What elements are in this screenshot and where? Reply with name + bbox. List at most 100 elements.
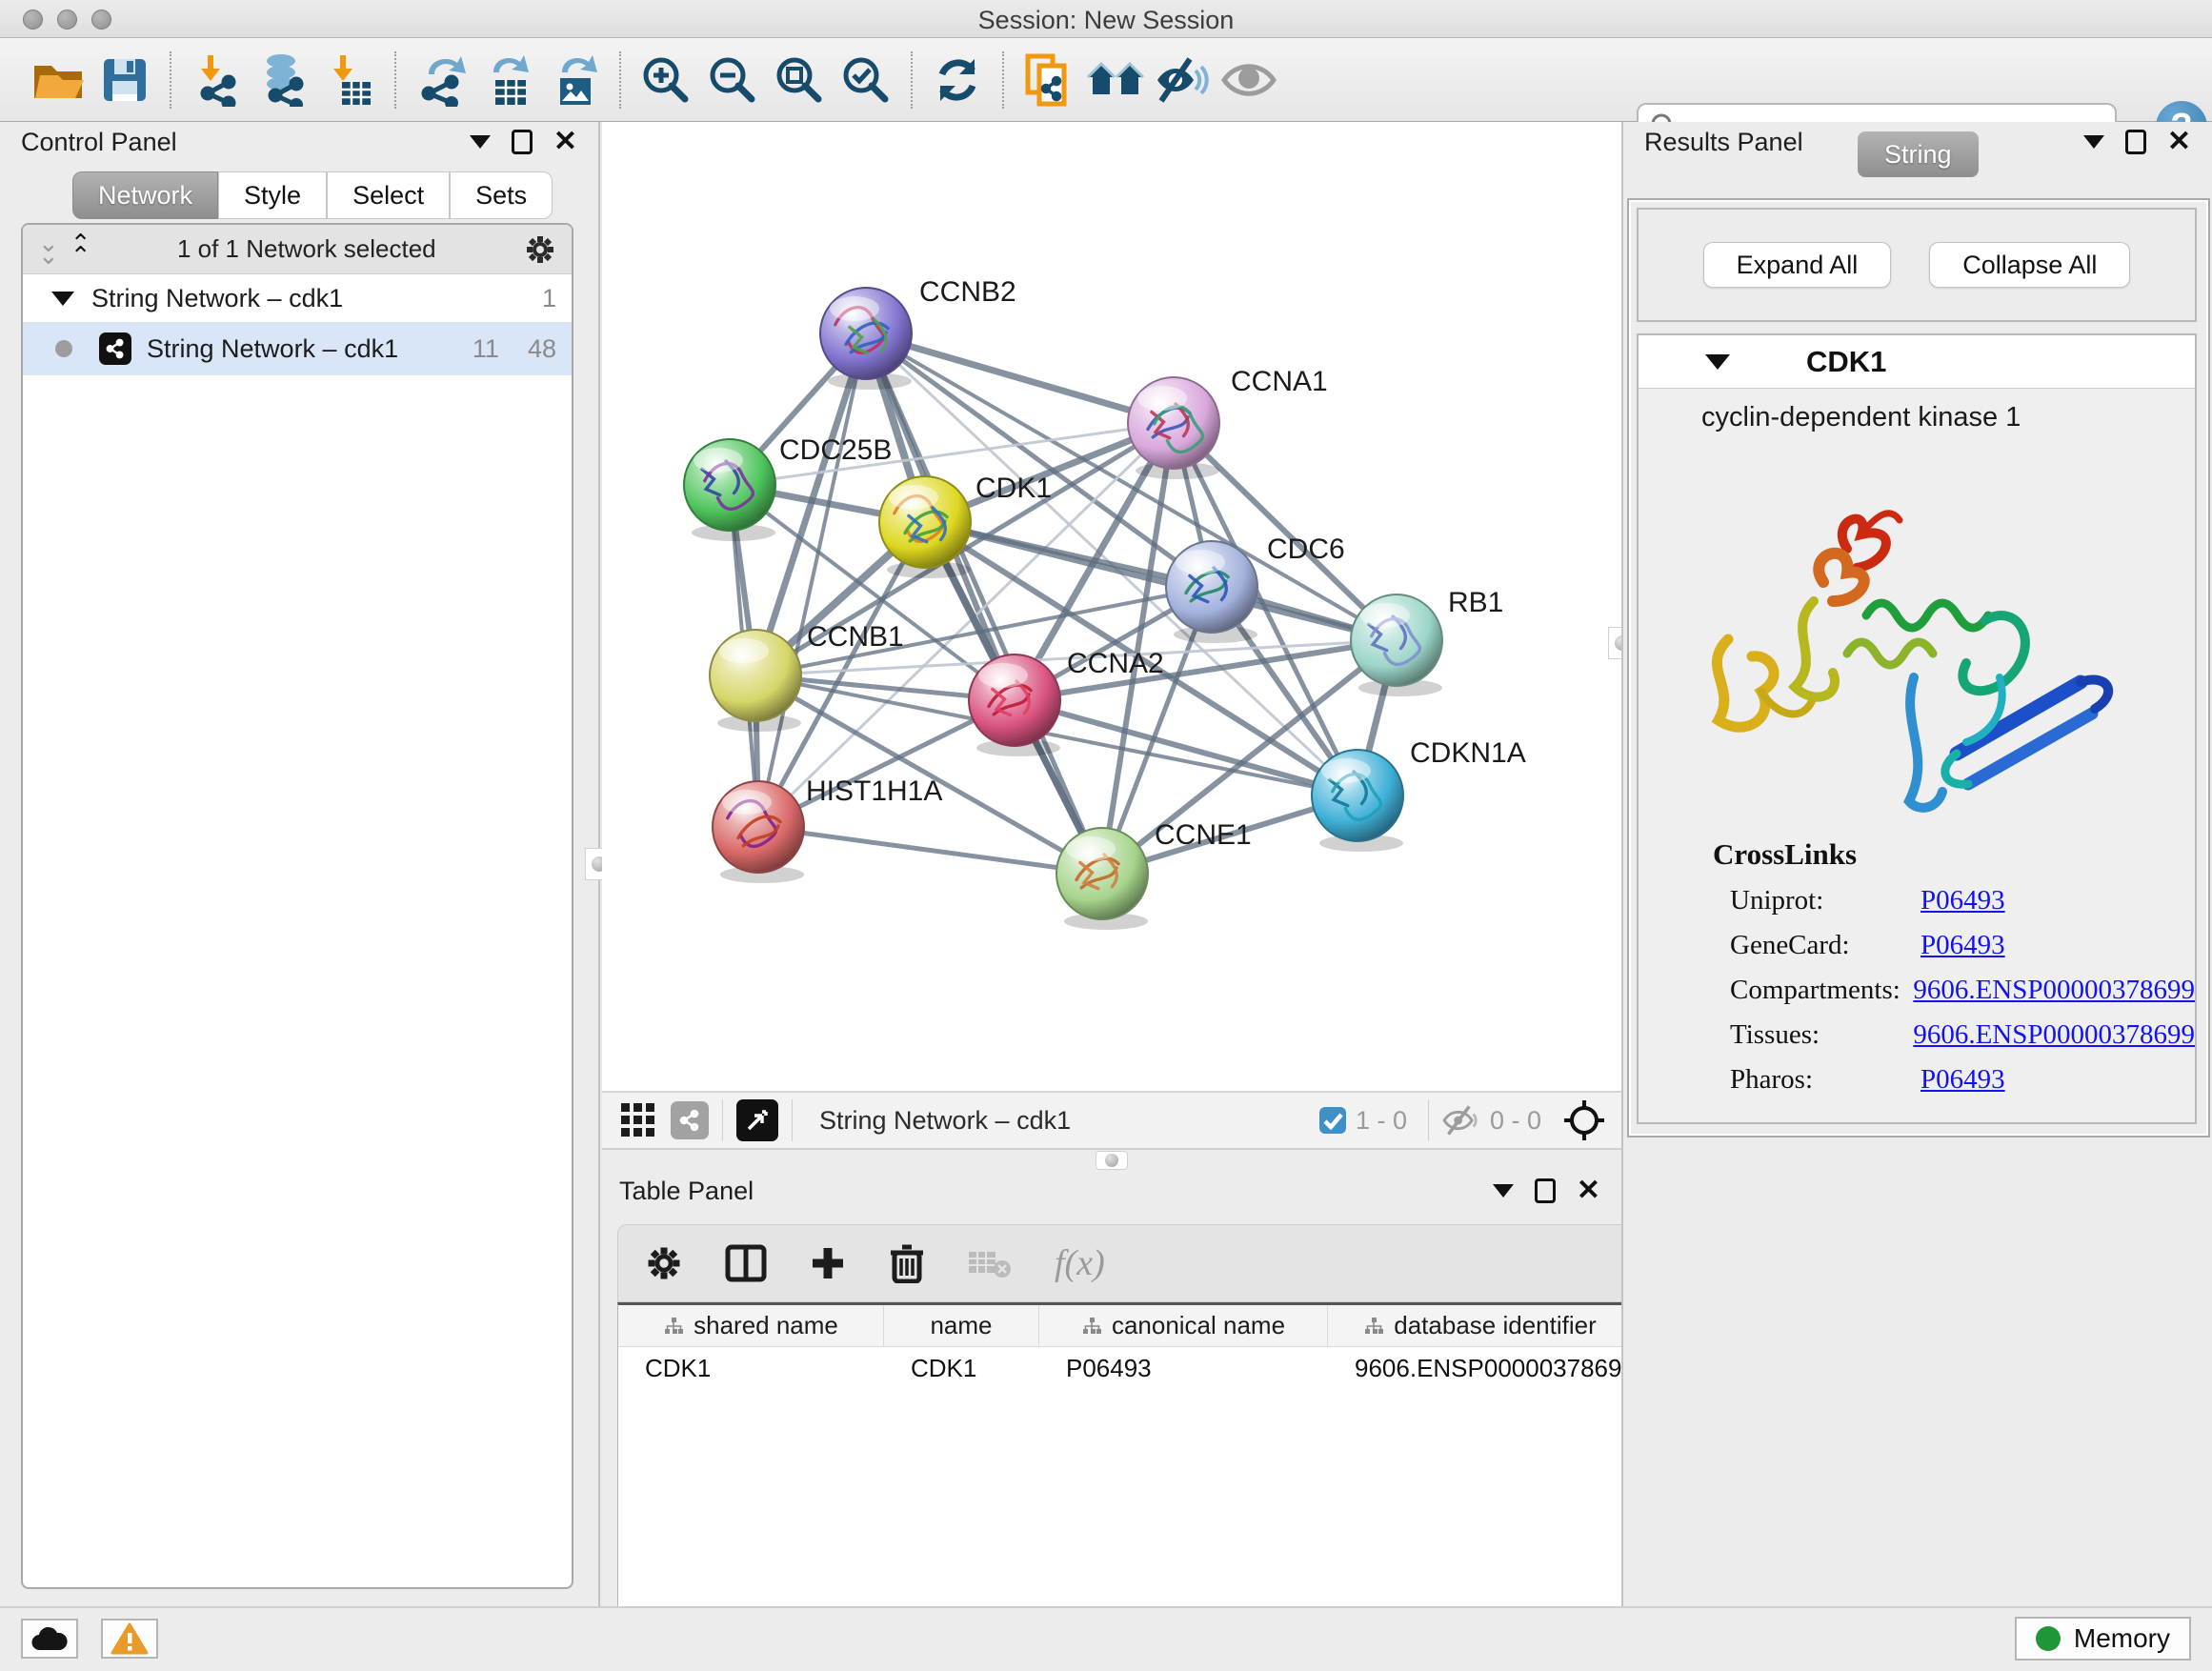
table-settings-gear-icon[interactable] xyxy=(645,1244,683,1282)
node-CCNB1[interactable] xyxy=(710,630,801,732)
close-panel-icon[interactable]: ✕ xyxy=(2167,128,2191,156)
crosslink-link[interactable]: P06493 xyxy=(1920,885,2005,916)
network-panel: CCNB2CCNA1CDC25BCDK1CDC6RB1CCNB1CCNA2CDK… xyxy=(602,122,1621,1606)
float-panel-icon[interactable] xyxy=(470,135,491,149)
copy-pages-icon xyxy=(1024,52,1074,108)
close-panel-icon[interactable]: ✕ xyxy=(553,128,577,156)
clone-network-button[interactable] xyxy=(1016,50,1082,111)
add-column-icon[interactable] xyxy=(809,1244,847,1282)
edge-HIST1H1A-CCNE1[interactable] xyxy=(758,827,1102,874)
collapse-all-button[interactable]: Collapse All xyxy=(1929,242,2130,288)
grid-view-icon[interactable] xyxy=(619,1101,657,1139)
warnings-button[interactable] xyxy=(101,1619,158,1659)
node-RB1[interactable] xyxy=(1351,594,1442,696)
control-panel: Control Panel ✕ NetworkStyleSelectSets ⌄… xyxy=(0,122,600,1606)
node-CCNA1[interactable] xyxy=(1128,377,1219,479)
float-panel-icon[interactable] xyxy=(2083,135,2104,149)
refresh-icon xyxy=(933,55,982,105)
zoom-fit-button[interactable] xyxy=(766,50,833,111)
import-table-file-button[interactable] xyxy=(316,50,383,111)
column-header-databaseidentifier[interactable]: database identifier xyxy=(1328,1305,1633,1346)
expand-all-button[interactable]: Expand All xyxy=(1703,242,1892,288)
fit-crosshair-icon[interactable] xyxy=(1562,1098,1606,1142)
memory-button[interactable]: Memory xyxy=(2015,1617,2191,1661)
column-header-name[interactable]: name xyxy=(884,1305,1039,1346)
gear-icon[interactable] xyxy=(524,233,556,266)
tab-network[interactable]: Network xyxy=(72,171,218,219)
node-CCNE1[interactable] xyxy=(1056,828,1148,930)
section-expander-icon[interactable] xyxy=(1705,354,1730,370)
table-cell: P06493 xyxy=(1039,1347,1328,1389)
table-cell: CDK1 xyxy=(618,1347,884,1389)
network-list-header: ⌄⌄ ⌃⌃ 1 of 1 Network selected xyxy=(23,225,572,274)
eye-icon xyxy=(1221,60,1277,100)
save-session-button[interactable] xyxy=(91,50,158,111)
toolbar-separator xyxy=(170,51,171,109)
node-label-CCNB1: CCNB1 xyxy=(807,621,904,653)
delete-column-trash-icon[interactable] xyxy=(889,1243,925,1283)
tab-sets[interactable]: Sets xyxy=(450,171,553,219)
crosslink-link[interactable]: P06493 xyxy=(1920,1064,2005,1096)
tab-string[interactable]: String xyxy=(1858,131,1979,177)
main-area: Control Panel ✕ NetworkStyleSelectSets ⌄… xyxy=(0,122,2212,1606)
crosslink-link[interactable]: 9606.ENSP00000378699 xyxy=(1913,1019,2195,1051)
memory-label: Memory xyxy=(2074,1623,2170,1654)
column-header-sharedname[interactable]: shared name xyxy=(618,1305,884,1346)
import-network-file-button[interactable] xyxy=(183,50,250,111)
show-all-nodes-button[interactable] xyxy=(1082,50,1149,111)
show-columns-icon[interactable] xyxy=(725,1244,767,1282)
maximize-panel-icon[interactable] xyxy=(512,130,533,154)
hide-selected-button[interactable] xyxy=(1149,50,1216,111)
crosslink-link[interactable]: P06493 xyxy=(1920,930,2005,961)
network-footer-title: String Network – cdk1 xyxy=(819,1106,1071,1136)
column-header-canonicalname[interactable]: canonical name xyxy=(1039,1305,1328,1346)
close-panel-icon[interactable]: ✕ xyxy=(1577,1177,1600,1205)
network-canvas[interactable]: CCNB2CCNA1CDC25BCDK1CDC6RB1CCNB1CCNA2CDK… xyxy=(602,122,1621,1091)
node-section-header[interactable]: CDK1 xyxy=(1639,335,2195,389)
export-table-button[interactable] xyxy=(474,50,541,111)
tab-style[interactable]: Style xyxy=(218,171,327,219)
cloud-icon xyxy=(30,1625,69,1652)
export-network-button[interactable] xyxy=(408,50,474,111)
show-hidden-button[interactable] xyxy=(1216,50,1282,111)
crosslink-label: Pharos: xyxy=(1730,1064,1920,1096)
network-view-icon[interactable] xyxy=(671,1101,709,1139)
node-label-CCNB2: CCNB2 xyxy=(919,276,1016,308)
network-row[interactable]: String Network – cdk1 11 48 xyxy=(23,322,572,375)
node-details-section: CDK1 cyclin-dependent kinase 1 xyxy=(1637,333,2197,1124)
export-table-icon xyxy=(482,53,533,107)
node-CDKN1A[interactable] xyxy=(1312,750,1403,852)
maximize-panel-icon[interactable] xyxy=(2125,130,2146,154)
open-session-button[interactable] xyxy=(25,50,91,111)
crosslink-link[interactable]: 9606.ENSP00000378699 xyxy=(1913,975,2195,1006)
network-collection-row[interactable]: String Network – cdk1 1 xyxy=(23,274,572,322)
crosslink-row: Tissues:9606.ENSP00000378699 xyxy=(1730,1019,2195,1051)
birdseye-view-icon[interactable] xyxy=(736,1099,778,1141)
edge-CCNB2-HIST1H1A[interactable] xyxy=(758,333,866,827)
maximize-panel-icon[interactable] xyxy=(1535,1178,1556,1203)
node-CDC25B[interactable] xyxy=(684,439,775,541)
zoom-out-button[interactable] xyxy=(699,50,766,111)
collapse-all-icon[interactable]: ⌄⌄ xyxy=(38,237,57,262)
import-network-database-button[interactable] xyxy=(250,50,316,111)
crosslink-row: Pharos:P06493 xyxy=(1730,1064,2195,1096)
import-network-icon xyxy=(191,53,242,107)
delete-table-icon xyxy=(967,1246,1013,1280)
zoom-in-button[interactable] xyxy=(633,50,699,111)
float-panel-icon[interactable] xyxy=(1493,1184,1514,1198)
tab-select[interactable]: Select xyxy=(327,171,450,219)
expand-all-icon[interactable]: ⌃⌃ xyxy=(70,237,90,262)
toolbar-separator xyxy=(1002,51,1004,109)
control-panel-tabs: NetworkStyleSelectSets xyxy=(72,171,553,219)
cloud-status-button[interactable] xyxy=(21,1619,78,1659)
node-CCNB2[interactable] xyxy=(820,288,912,390)
protein-structure-image xyxy=(1671,439,2166,820)
crosslink-row: Uniprot:P06493 xyxy=(1730,885,2195,916)
export-image-button[interactable] xyxy=(541,50,608,111)
node-HIST1H1A[interactable] xyxy=(713,781,804,883)
horizontal-splitter[interactable] xyxy=(602,1150,1621,1171)
apply-layout-button[interactable] xyxy=(924,50,991,111)
selected-checkbox-icon[interactable] xyxy=(1317,1105,1348,1136)
zoom-selected-button[interactable] xyxy=(833,50,899,111)
tree-expander-icon[interactable] xyxy=(51,292,74,306)
